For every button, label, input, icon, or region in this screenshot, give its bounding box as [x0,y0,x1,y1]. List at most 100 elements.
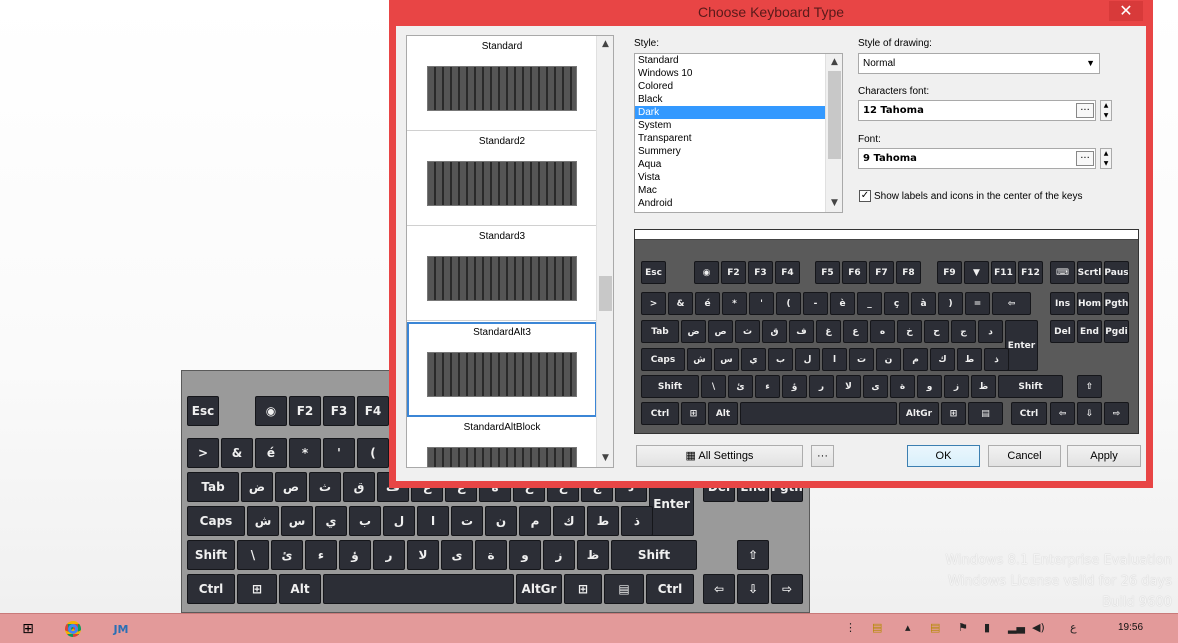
key[interactable]: Ctrl [646,574,694,604]
key[interactable]: ر [373,540,405,570]
style-option[interactable]: Mac [635,184,842,197]
key[interactable]: F9 [937,261,962,284]
key[interactable]: Ctrl [187,574,235,604]
key[interactable]: ن [485,506,517,536]
key[interactable]: Ins [1050,292,1075,315]
key[interactable]: ق [343,472,375,502]
key[interactable]: F2 [721,261,746,284]
key[interactable]: ◉ [255,396,287,426]
key[interactable]: Shift [641,375,699,398]
key[interactable]: _ [857,292,882,315]
key[interactable]: > [641,292,666,315]
key[interactable]: Ctrl [641,402,679,425]
input-language-indicator[interactable]: ع [1070,621,1077,634]
key[interactable]: * [289,438,321,468]
key[interactable]: ت [451,506,483,536]
key[interactable]: > [187,438,219,468]
flag-icon[interactable]: ⚑ [958,621,968,634]
key[interactable]: F2 [289,396,321,426]
key[interactable]: Pgth [1104,292,1129,315]
key[interactable]: ل [795,348,820,371]
key[interactable]: End [1077,320,1102,343]
key[interactable]: لا [836,375,861,398]
thumbnail-scrollbar[interactable]: ▲ ▼ [596,36,613,467]
key[interactable]: ' [323,438,355,468]
network-icon[interactable]: ▂▄ [1008,621,1025,634]
key[interactable]: ق [762,320,787,343]
key[interactable]: لا [407,540,439,570]
key[interactable]: ص [708,320,733,343]
thumbnail-standard3[interactable]: Standard3 [407,226,597,321]
key[interactable]: Tab [641,320,679,343]
key[interactable]: Pgdi [1104,320,1129,343]
dialog-titlebar[interactable]: Choose Keyboard Type ✕ [389,0,1153,26]
key[interactable]: à [911,292,936,315]
font-field[interactable]: 9 Tahoma [858,148,1096,169]
key[interactable]: م [519,506,551,536]
key[interactable]: ز [944,375,969,398]
key[interactable]: ◉ [694,261,719,284]
key[interactable]: ك [553,506,585,536]
key[interactable]: Alt [708,402,738,425]
style-list[interactable]: Standard Windows 10 Colored Black Dark System… [634,53,843,213]
key[interactable]: ث [309,472,341,502]
key[interactable]: ⇦ [703,574,735,604]
key[interactable]: ي [741,348,766,371]
scroll-up-icon[interactable]: ▲ [597,36,613,53]
windows-start-button[interactable]: ⊞ [8,615,48,643]
key[interactable]: ع [843,320,868,343]
scroll-thumb[interactable] [828,71,841,159]
scroll-down-icon[interactable]: ▼ [597,450,613,467]
key[interactable]: F6 [842,261,867,284]
key[interactable]: س [281,506,313,536]
style-option[interactable]: Windows 10 [635,67,842,80]
key[interactable]: ض [681,320,706,343]
key[interactable]: Enter [1005,320,1038,371]
key[interactable]: ⇧ [1077,375,1102,398]
key[interactable]: AltGr [516,574,562,604]
key[interactable]: ط [587,506,619,536]
key[interactable]: ⊞ [941,402,966,425]
key[interactable]: Del [1050,320,1075,343]
power-icon[interactable]: ▮ [984,621,990,634]
thumbnail-standardaltblock[interactable]: StandardAltBlock [407,417,597,467]
key[interactable]: Shift [998,375,1063,398]
key[interactable]: ط [957,348,982,371]
key[interactable]: Caps [187,506,245,536]
key[interactable]: غ [816,320,841,343]
key[interactable]: ف [789,320,814,343]
thumbnail-standard2[interactable]: Standard2 [407,131,597,226]
key[interactable]: ظ [971,375,996,398]
key[interactable]: ' [749,292,774,315]
thumbnail-standard[interactable]: Standard [407,36,597,131]
key[interactable]: Shift [611,540,697,570]
key[interactable]: ç [884,292,909,315]
key[interactable] [323,574,514,604]
key[interactable]: و [917,375,942,398]
key[interactable]: س [714,348,739,371]
key[interactable]: ظ [577,540,609,570]
key[interactable]: ة [475,540,507,570]
key[interactable]: م [903,348,928,371]
key[interactable]: ⊞ [681,402,706,425]
key[interactable]: ه [870,320,895,343]
key[interactable]: ى [441,540,473,570]
key[interactable]: ⇩ [737,574,769,604]
all-settings-button[interactable]: ▦ All Settings [636,445,803,467]
key[interactable]: Paus [1104,261,1129,284]
key[interactable]: ذ [621,506,653,536]
volume-icon[interactable]: ◀) [1032,621,1045,634]
key[interactable]: F4 [357,396,389,426]
style-option[interactable]: Black [635,93,842,106]
key[interactable]: ⌨ [1050,261,1075,284]
chrome-taskbar-button[interactable] [53,615,93,643]
key[interactable]: ذ [984,348,1009,371]
key[interactable]: ث [735,320,760,343]
ok-button[interactable]: OK [907,445,980,467]
key[interactable]: Alt [279,574,321,604]
style-option[interactable]: System [635,119,842,132]
keyboard-layout-tray-icon[interactable]: ▤ [930,621,940,634]
key[interactable]: ا [417,506,449,536]
key[interactable]: Esc [641,261,666,284]
key[interactable]: خ [897,320,922,343]
